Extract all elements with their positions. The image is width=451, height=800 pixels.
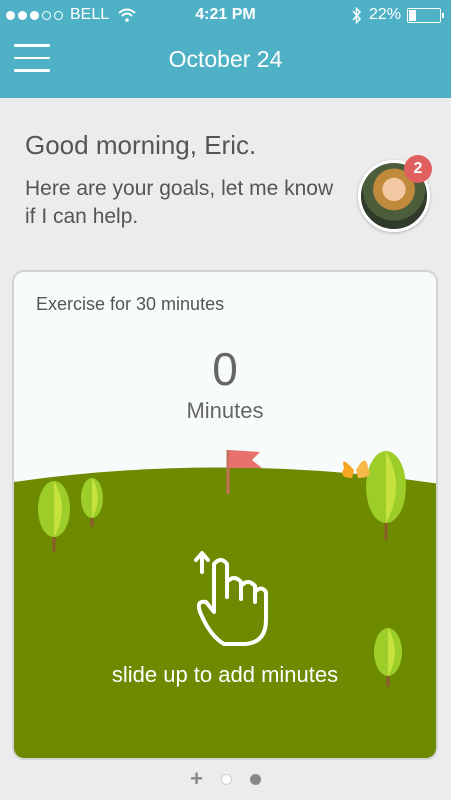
- page-dot-active[interactable]: [220, 773, 232, 785]
- add-goal-button[interactable]: +: [190, 768, 203, 790]
- greeting-subtitle: Here are your goals, let me know if I ca…: [25, 177, 334, 228]
- goal-unit: Minutes: [186, 398, 264, 423]
- page-title: October 24: [168, 46, 283, 72]
- goal-title: Exercise for 30 minutes: [36, 294, 225, 314]
- status-bar: BELL 4:21 PM 22%: [0, 0, 451, 30]
- swipe-hint: slide up to add minutes: [111, 662, 339, 687]
- goal-card[interactable]: Exercise for 30 minutes 0 Minutes slide …: [12, 270, 438, 760]
- butterfly-icon: [342, 461, 354, 478]
- status-right: 22%: [351, 6, 444, 24]
- greeting-title: Good morning, Eric.: [25, 130, 257, 160]
- greeting-section: Good morning, Eric. Here are your goals,…: [25, 130, 345, 231]
- battery-icon: [407, 7, 444, 23]
- page-indicator: +: [0, 768, 451, 790]
- goal-value: 0: [212, 343, 238, 395]
- page-dot[interactable]: [249, 773, 261, 785]
- battery-percent: 22%: [368, 6, 401, 23]
- battery-fill: [409, 9, 417, 21]
- bluetooth-icon: [352, 6, 361, 24]
- notification-badge[interactable]: 2: [404, 155, 432, 183]
- app-header: BELL 4:21 PM 22% October 24: [0, 0, 451, 98]
- flag-icon: [229, 450, 262, 468]
